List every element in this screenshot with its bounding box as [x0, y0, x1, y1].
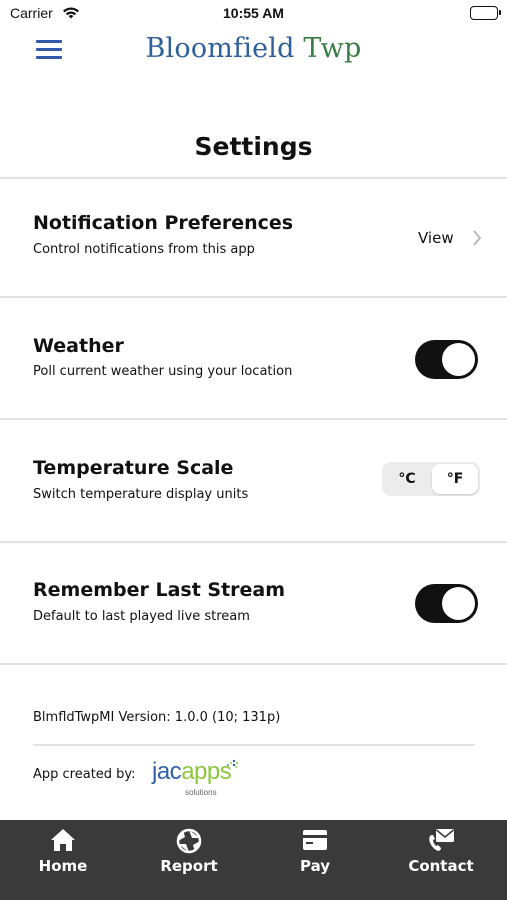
remember-last-stream-toggle[interactable] — [415, 584, 478, 623]
notification-preferences-title: Notification Preferences — [33, 212, 294, 234]
remember-last-stream-subtitle: Default to last played live stream — [33, 609, 250, 624]
logo-text-twp: Twp — [294, 33, 362, 64]
divider — [0, 541, 507, 543]
temperature-scale-subtitle: Switch temperature display units — [33, 487, 249, 502]
remember-last-stream-title: Remember Last Stream — [33, 579, 286, 601]
tab-report-label: Report — [160, 857, 218, 875]
report-icon — [176, 828, 202, 858]
weather-subtitle: Poll current weather using your location — [33, 364, 293, 379]
app-logo: Bloomfield Twp — [0, 33, 507, 64]
jacapps-logo[interactable]: jacapps solutions — [152, 758, 242, 800]
celsius-option[interactable]: °C — [384, 464, 430, 494]
chevron-right-icon — [472, 230, 482, 250]
contact-icon — [427, 828, 455, 856]
fahrenheit-option[interactable]: °F — [432, 464, 478, 494]
weather-title: Weather — [33, 335, 124, 357]
status-bar: Carrier 10:55 AM — [0, 0, 507, 28]
logo-dots-icon — [224, 758, 238, 777]
toggle-knob — [442, 587, 475, 620]
home-icon — [50, 828, 76, 856]
weather-toggle[interactable] — [415, 340, 478, 379]
jacapps-logo-sub: solutions — [185, 788, 217, 797]
tab-home[interactable]: Home — [0, 820, 126, 900]
divider — [0, 663, 507, 665]
tab-contact[interactable]: Contact — [378, 820, 504, 900]
tab-report[interactable]: Report — [126, 820, 252, 900]
temperature-unit-selector: °C °F — [382, 462, 480, 496]
view-notifications-link[interactable]: View — [418, 229, 454, 247]
toggle-knob — [442, 343, 475, 376]
tab-pay-label: Pay — [299, 857, 331, 875]
app-version-text: BlmfldTwpMI Version: 1.0.0 (10; 131p) — [33, 710, 281, 725]
temperature-scale-title: Temperature Scale — [33, 457, 234, 479]
tab-contact-label: Contact — [408, 857, 474, 875]
divider — [0, 296, 507, 298]
divider — [0, 418, 507, 420]
clock-time: 10:55 AM — [223, 5, 284, 21]
battery-icon — [470, 6, 501, 20]
tab-home-label: Home — [38, 857, 88, 875]
divider — [33, 744, 475, 746]
logo-text-bloomfield: Bloomfield — [145, 33, 295, 64]
notification-preferences-subtitle: Control notifications from this app — [33, 242, 255, 257]
page-title: Settings — [194, 132, 313, 161]
tab-pay[interactable]: Pay — [252, 820, 378, 900]
bottom-tab-bar: Home Report Pay Contact — [0, 820, 507, 900]
jacapps-logo-jac: jac — [152, 758, 182, 785]
app-created-by-label: App created by: — [33, 767, 136, 782]
pay-icon — [302, 828, 328, 856]
settings-screen: Carrier 10:55 AM Bloomfield Twp Settings… — [0, 0, 507, 900]
